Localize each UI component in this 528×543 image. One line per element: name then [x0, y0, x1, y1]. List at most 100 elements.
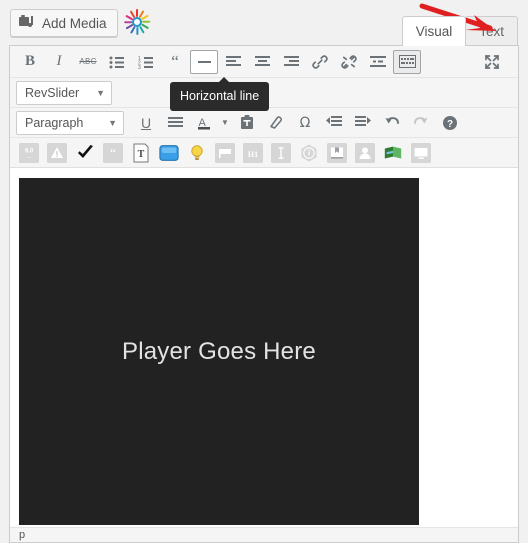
align-justify-button[interactable] — [161, 111, 189, 135]
lightbulb-glyph — [191, 144, 203, 160]
tooltip-text: Horizontal line — [180, 89, 260, 103]
svg-text:H1: H1 — [248, 150, 258, 159]
paste-as-text-button[interactable] — [233, 111, 261, 135]
warning-triangle-glyph — [47, 142, 67, 163]
align-justify-icon — [167, 117, 183, 127]
bookmark-box-icon[interactable] — [327, 142, 347, 163]
text-cursor-icon[interactable] — [271, 142, 291, 163]
toolbar-row-plugins: 9.0 ... “ T H1 — [10, 138, 518, 168]
align-center-button[interactable] — [248, 50, 276, 74]
horizontal-line-button[interactable] — [190, 49, 218, 74]
fullscreen-icon — [485, 54, 499, 69]
flag-glyph — [215, 142, 235, 163]
element-path[interactable]: p — [19, 529, 25, 541]
align-right-icon — [283, 56, 299, 66]
underline-button[interactable]: U — [132, 111, 160, 135]
quote-glyph: “ — [103, 142, 123, 163]
text-cursor-glyph — [271, 142, 291, 163]
info-hexagon-glyph — [301, 144, 317, 161]
green-book-glyph — [384, 146, 402, 158]
italic-button[interactable]: I — [45, 50, 73, 74]
blue-box-glyph — [159, 144, 179, 161]
tab-visual[interactable]: Visual — [401, 16, 467, 46]
read-more-icon — [370, 56, 386, 67]
special-character-button[interactable]: Ω — [291, 111, 319, 135]
text-color-dropdown[interactable]: ▼ — [218, 111, 232, 135]
svg-text:3: 3 — [138, 65, 141, 69]
bulleted-list-icon — [109, 56, 124, 68]
outdent-icon — [326, 116, 342, 126]
svg-text:?: ? — [447, 119, 453, 130]
video-player-placeholder[interactable]: Player Goes Here — [19, 178, 419, 525]
info-hexagon-icon[interactable] — [299, 143, 319, 163]
redo-icon — [414, 117, 428, 124]
monitor-icon[interactable] — [411, 142, 431, 163]
increase-indent-button[interactable] — [349, 111, 377, 135]
align-right-button[interactable] — [277, 50, 305, 74]
strikethrough-glyph: ABC — [79, 57, 97, 66]
blockquote-button[interactable]: “ — [161, 50, 189, 74]
chevron-down-icon: ▼ — [108, 117, 117, 128]
editor-content-area[interactable]: Player Goes Here — [10, 168, 518, 542]
flag-icon[interactable] — [215, 142, 235, 163]
warning-triangle-icon[interactable] — [47, 142, 67, 163]
redo-button[interactable] — [407, 111, 435, 135]
green-book-icon[interactable] — [383, 143, 403, 163]
insert-read-more-button[interactable] — [364, 50, 392, 74]
unlink-button[interactable] — [335, 50, 363, 74]
undo-button[interactable] — [378, 111, 406, 135]
toolbar-row-secondary: Paragraph ▼ U A ▼ Ω ? — [10, 108, 518, 138]
omega-glyph: Ω — [299, 114, 311, 131]
undo-icon — [385, 117, 399, 124]
add-media-icon — [19, 15, 35, 31]
lightbulb-icon[interactable] — [187, 143, 207, 163]
text-color-button[interactable]: A — [190, 111, 218, 135]
revslider-label: RevSlider — [25, 85, 80, 100]
revslider-dropdown[interactable]: RevSlider ▼ — [16, 80, 112, 105]
text-document-icon[interactable]: T — [131, 143, 151, 163]
paragraph-format-label: Paragraph — [25, 115, 84, 130]
numbered-list-icon: 1 2 3 — [138, 56, 153, 69]
align-center-icon — [254, 56, 270, 66]
svg-text:...: ... — [26, 154, 31, 160]
version-badge-icon[interactable]: 9.0 ... — [19, 142, 39, 163]
fullscreen-button[interactable] — [478, 50, 506, 74]
align-left-icon — [225, 56, 241, 66]
numbered-list-button[interactable]: 1 2 3 — [132, 50, 160, 74]
checkmark-icon[interactable] — [75, 143, 95, 163]
starburst-plugin-icon[interactable] — [124, 9, 151, 35]
keyboard-shortcuts-button[interactable]: ? — [436, 111, 464, 135]
underline-glyph: U — [140, 114, 152, 131]
clipboard-text-icon — [241, 115, 253, 129]
chevron-down-icon: ▼ — [221, 118, 229, 127]
media-bar: Add Media Visual Text — [0, 0, 528, 46]
align-left-button[interactable] — [219, 50, 247, 74]
wordpress-editor-screen: Add Media Visual Text B I ABC 1 2 3 “ Re… — [0, 0, 528, 543]
heading-icon[interactable]: H1 — [243, 142, 263, 163]
bold-button[interactable]: B — [16, 50, 44, 74]
editor-mode-tabs: Visual Text — [401, 14, 518, 46]
add-media-label: Add Media — [42, 15, 107, 31]
bulleted-list-button[interactable] — [103, 50, 131, 74]
italic-glyph: I — [56, 53, 62, 69]
tab-text[interactable]: Text — [465, 16, 518, 46]
user-icon[interactable] — [355, 142, 375, 163]
player-placeholder-text: Player Goes Here — [122, 337, 316, 365]
decrease-indent-button[interactable] — [320, 111, 348, 135]
heading-glyph: H1 — [243, 142, 263, 163]
insert-link-button[interactable] — [306, 50, 334, 74]
quote-icon[interactable]: “ — [103, 142, 123, 163]
blue-box-icon[interactable] — [159, 143, 179, 163]
indent-icon — [355, 116, 371, 126]
strikethrough-button[interactable]: ABC — [74, 50, 102, 74]
horizontal-line-icon — [197, 60, 211, 63]
editor-status-bar: p — [10, 527, 518, 542]
add-media-button[interactable]: Add Media — [10, 9, 118, 37]
clear-formatting-button[interactable] — [262, 111, 290, 135]
toolbar-toggle-button[interactable] — [393, 49, 421, 74]
version-badge-glyph: 9.0 ... — [19, 142, 39, 163]
text-document-glyph: T — [133, 143, 149, 162]
checkmark-glyph — [78, 144, 93, 158]
paragraph-format-dropdown[interactable]: Paragraph ▼ — [16, 110, 124, 135]
editor-container: B I ABC 1 2 3 “ RevSlider ▼ Paragraph ▼ … — [9, 45, 519, 543]
